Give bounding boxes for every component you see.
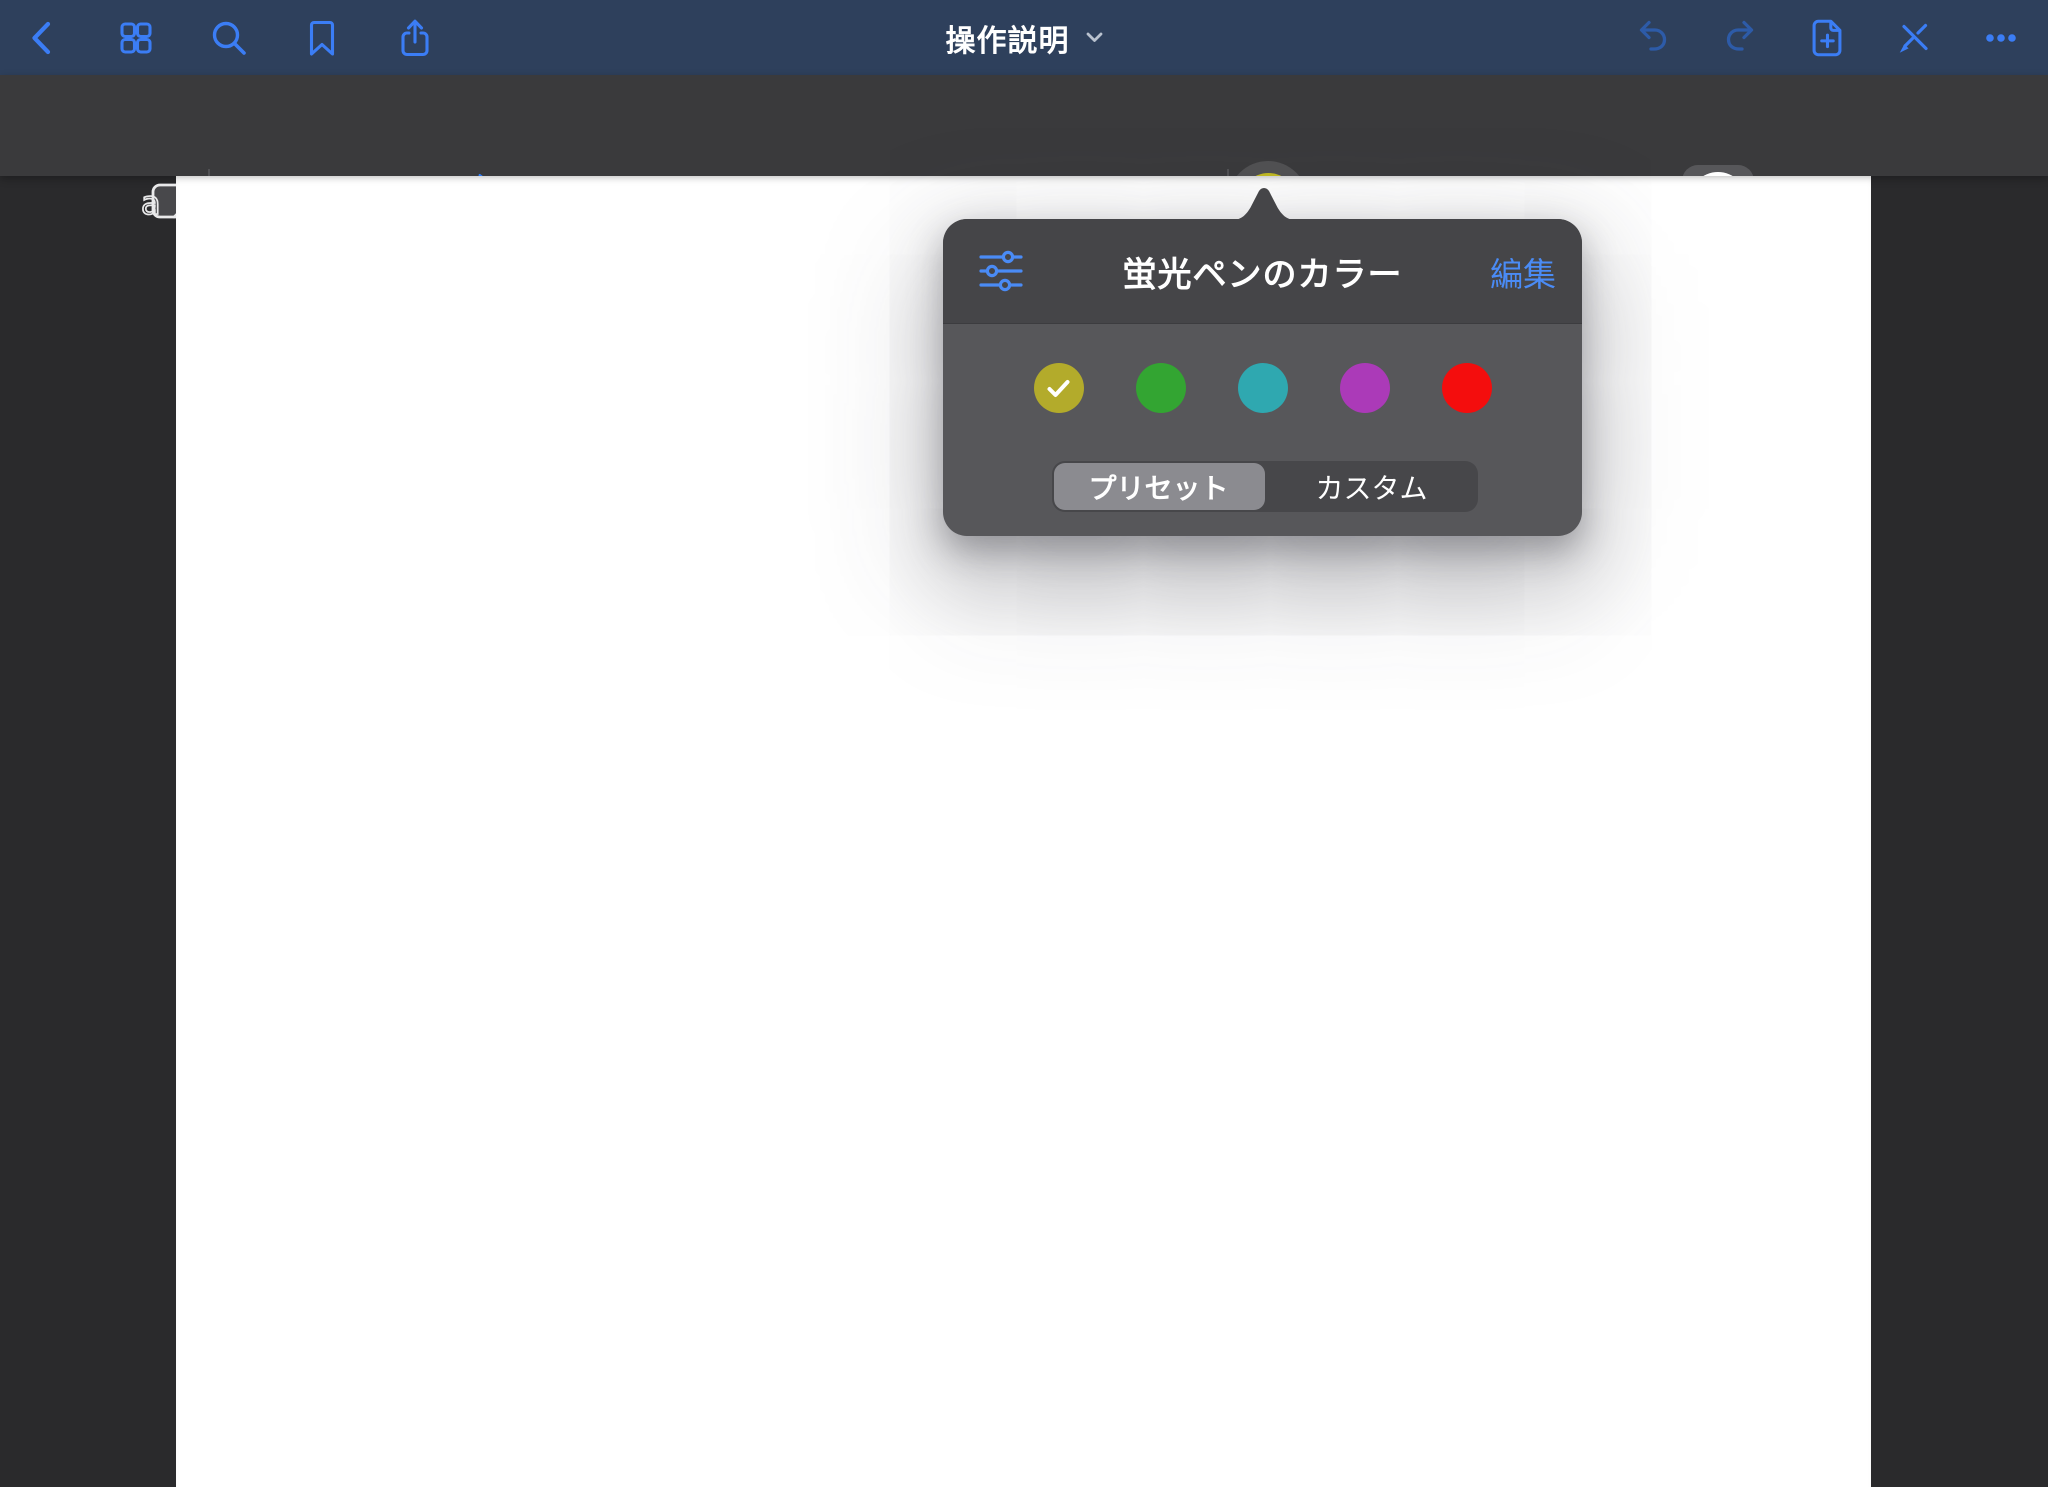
svg-text:a: a xyxy=(141,184,161,222)
highlighter-color-popover: 蛍光ペンのカラー 編集 プリセット カスタム xyxy=(943,219,1582,536)
page-title[interactable]: 操作説明 xyxy=(946,16,1070,60)
swatch-teal[interactable] xyxy=(1238,363,1288,413)
redo-icon xyxy=(1719,17,1761,59)
search-icon xyxy=(208,17,250,59)
more-button[interactable] xyxy=(1979,16,2023,60)
swatch-yellow-selected[interactable] xyxy=(1034,363,1084,413)
swatch-red[interactable] xyxy=(1442,363,1492,413)
popover-arrow xyxy=(1232,184,1296,220)
crossed-pen-icon xyxy=(1893,17,1935,59)
bookmark-icon xyxy=(302,17,342,59)
undo-button[interactable] xyxy=(1631,16,1675,60)
undo-icon xyxy=(1632,17,1674,59)
redo-button[interactable] xyxy=(1718,16,1762,60)
add-page-icon xyxy=(1805,15,1849,61)
back-button[interactable] xyxy=(21,16,65,60)
topbar-left-group xyxy=(21,0,437,75)
thumbnails-button[interactable] xyxy=(114,16,158,60)
sliders-icon xyxy=(977,249,1025,294)
edit-colors-button[interactable]: 編集 xyxy=(1490,219,1556,324)
pen-mode-toggle-button[interactable] xyxy=(1892,16,1936,60)
checkmark-icon xyxy=(1046,378,1071,399)
segment-custom[interactable]: カスタム xyxy=(1265,461,1478,512)
grid-icon xyxy=(116,18,156,58)
preset-custom-segmented-control: プリセット カスタム xyxy=(1052,461,1478,512)
add-page-button[interactable] xyxy=(1805,16,1849,60)
bookmark-button[interactable] xyxy=(300,16,344,60)
popover-header xyxy=(943,219,1582,324)
swatch-purple[interactable] xyxy=(1340,363,1390,413)
title-chevron-down-icon xyxy=(1086,32,1103,43)
topbar-right-group xyxy=(1631,0,2023,75)
segment-preset[interactable]: プリセット xyxy=(1052,461,1265,512)
share-icon xyxy=(394,16,436,60)
swatch-green[interactable] xyxy=(1136,363,1186,413)
color-swatch-row xyxy=(943,363,1582,413)
back-chevron-icon xyxy=(23,18,63,58)
tool-bar: a xyxy=(0,75,2048,176)
stroke-settings-button[interactable] xyxy=(977,249,1025,294)
search-button[interactable] xyxy=(207,16,251,60)
top-navigation-bar: 操作説明 xyxy=(0,0,2048,75)
share-button[interactable] xyxy=(393,16,437,60)
ellipsis-icon xyxy=(1980,17,2022,59)
